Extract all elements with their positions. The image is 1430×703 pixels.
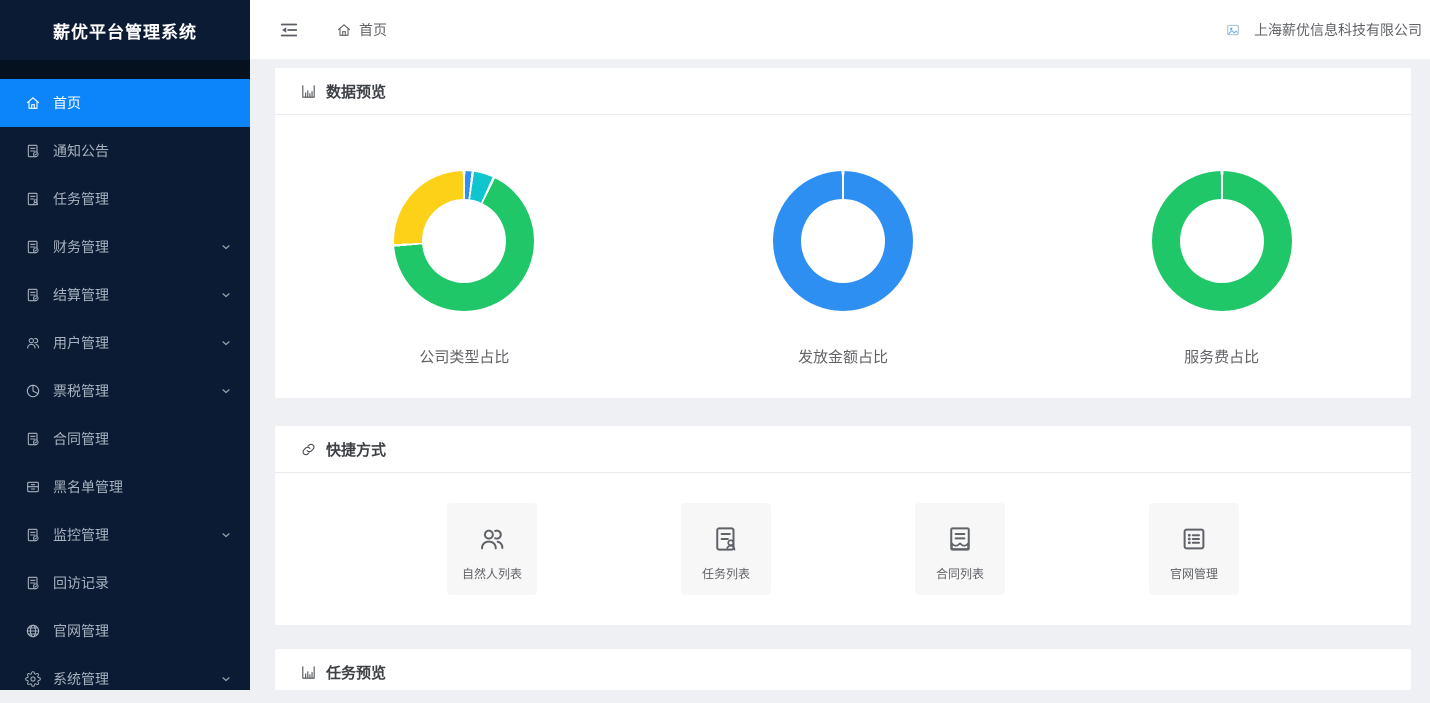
sidebar-item-label: 任务管理 [53, 189, 109, 209]
chart-service-fee: 服务费占比 [1032, 171, 1411, 367]
sidebar-item-label: 合同管理 [53, 429, 109, 449]
chevron-down-icon [220, 241, 232, 253]
people-icon [477, 524, 507, 554]
sidebar-item-tax[interactable]: 票税管理 [0, 367, 250, 415]
list-square-icon [1179, 524, 1209, 554]
app-title: 薪优平台管理系统 [0, 0, 250, 60]
contract-document-icon [25, 431, 41, 447]
sidebar-item-label: 回访记录 [53, 573, 109, 593]
sidebar-item-blacklist[interactable]: 黑名单管理 [0, 463, 250, 511]
shortcut-website-management[interactable]: 官网管理 [1149, 503, 1239, 595]
sidebar-item-users[interactable]: 用户管理 [0, 319, 250, 367]
breadcrumb-label: 首页 [359, 20, 387, 40]
shortcut-label: 任务列表 [702, 565, 750, 582]
sidebar-item-finance[interactable]: 财务管理 [0, 223, 250, 271]
sidebar-item-settlement[interactable]: 结算管理 [0, 271, 250, 319]
shortcut-col: 合同列表 [843, 503, 1077, 595]
top-header: 首页 上海薪优信息科技有限公司 [250, 0, 1430, 60]
monitor-document-icon [25, 527, 41, 543]
user-menu[interactable]: 上海薪优信息科技有限公司 [1226, 20, 1422, 40]
chevron-down-icon [220, 529, 232, 541]
section-title-text: 任务预览 [326, 662, 386, 683]
shortcut-col: 自然人列表 [375, 503, 609, 595]
shortcut-col: 任务列表 [609, 503, 843, 595]
donut-chart-payout-amount [773, 171, 913, 311]
sidebar-item-home[interactable]: 首页 [0, 79, 250, 127]
task-document-icon [25, 191, 41, 207]
shortcuts-title: 快捷方式 [275, 426, 1411, 473]
globe-icon [25, 623, 41, 639]
finance-document-icon [25, 239, 41, 255]
sidebar-item-system[interactable]: 系统管理 [0, 655, 250, 703]
sidebar-item-label: 监控管理 [53, 525, 109, 545]
chart-company-type: 公司类型占比 [275, 171, 654, 367]
shortcut-label: 官网管理 [1170, 565, 1218, 582]
sidebar-item-label: 用户管理 [53, 333, 109, 353]
main-content: 数据预览 公司类型占比 发放金额占比 服务费占比 快捷方式 [250, 60, 1430, 690]
sidebar-item-tasks[interactable]: 任务管理 [0, 175, 250, 223]
notice-document-icon [25, 143, 41, 159]
chart-label: 服务费占比 [1184, 346, 1259, 367]
chevron-down-icon [220, 337, 232, 349]
chevron-down-icon [220, 289, 232, 301]
sidebar-menu: 首页 通知公告 任务管理 财务管理 结算管理 用户管理 票税管理 [0, 79, 250, 703]
sidebar-item-visit-records[interactable]: 回访记录 [0, 559, 250, 607]
shortcuts-row: 自然人列表 任务列表 合同列表 官网管理 [275, 473, 1411, 625]
sidebar-item-label: 黑名单管理 [53, 477, 123, 497]
bar-chart-icon [300, 664, 317, 681]
donut-chart-company-type [394, 171, 534, 311]
link-icon [300, 441, 317, 458]
visit-record-icon [25, 575, 41, 591]
home-icon [336, 22, 352, 38]
task-preview-title: 任务预览 [275, 649, 1411, 690]
sidebar-item-contracts[interactable]: 合同管理 [0, 415, 250, 463]
sidebar-item-label: 官网管理 [53, 621, 109, 641]
avatar-image-icon [1226, 23, 1240, 37]
breadcrumb[interactable]: 首页 [336, 20, 387, 40]
sidebar-divider [0, 60, 250, 79]
data-preview-card: 数据预览 公司类型占比 发放金额占比 服务费占比 [275, 68, 1411, 398]
sidebar-item-monitoring[interactable]: 监控管理 [0, 511, 250, 559]
task-document-icon [711, 524, 741, 554]
blacklist-archive-icon [25, 479, 41, 495]
bar-chart-icon [300, 83, 317, 100]
shortcut-contract-list[interactable]: 合同列表 [915, 503, 1005, 595]
shortcut-natural-person-list[interactable]: 自然人列表 [447, 503, 537, 595]
sidebar-item-website[interactable]: 官网管理 [0, 607, 250, 655]
shortcut-label: 自然人列表 [462, 565, 522, 582]
settlement-document-icon [25, 287, 41, 303]
shortcut-col: 官网管理 [1077, 503, 1311, 595]
sidebar: 薪优平台管理系统 首页 通知公告 任务管理 财务管理 结算管理 用户管理 [0, 0, 250, 690]
chart-label: 发放金额占比 [798, 346, 888, 367]
donut-chart-service-fee [1152, 171, 1292, 311]
chart-payout-amount: 发放金额占比 [654, 171, 1033, 367]
sidebar-item-label: 系统管理 [53, 669, 109, 689]
task-preview-card: 任务预览 [275, 649, 1411, 690]
sidebar-item-notices[interactable]: 通知公告 [0, 127, 250, 175]
data-preview-title: 数据预览 [275, 68, 1411, 115]
sidebar-item-label: 财务管理 [53, 237, 109, 257]
chevron-down-icon [220, 385, 232, 397]
gear-icon [25, 671, 41, 687]
sidebar-item-label: 票税管理 [53, 381, 109, 401]
chart-label: 公司类型占比 [419, 346, 509, 367]
sidebar-item-label: 结算管理 [53, 285, 109, 305]
shortcuts-card: 快捷方式 自然人列表 任务列表 合同列表 [275, 426, 1411, 625]
charts-row: 公司类型占比 发放金额占比 服务费占比 [275, 115, 1411, 398]
contract-document-icon [945, 524, 975, 554]
shortcut-task-list[interactable]: 任务列表 [681, 503, 771, 595]
section-title-text: 快捷方式 [326, 439, 386, 460]
sidebar-item-label: 首页 [53, 93, 81, 113]
section-title-text: 数据预览 [326, 81, 386, 102]
collapse-sidebar-icon[interactable] [278, 19, 300, 41]
users-icon [25, 335, 41, 351]
chevron-down-icon [220, 673, 232, 685]
sidebar-item-label: 通知公告 [53, 141, 109, 161]
pie-chart-icon [25, 383, 41, 399]
shortcut-label: 合同列表 [936, 565, 984, 582]
home-icon [25, 95, 41, 111]
company-name: 上海薪优信息科技有限公司 [1254, 20, 1422, 40]
